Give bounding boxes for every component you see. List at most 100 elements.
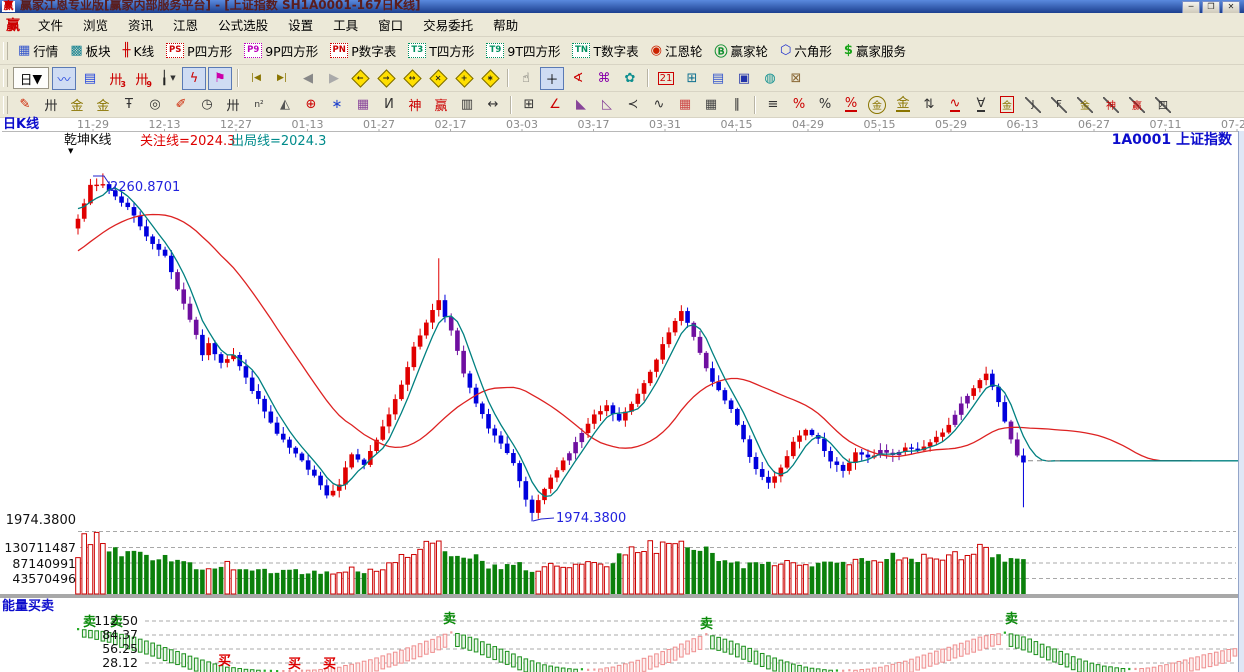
menu-item[interactable]: 帮助 xyxy=(483,14,528,35)
menu-item[interactable]: 文件 xyxy=(28,14,73,35)
percent-tool[interactable]: % xyxy=(813,93,837,116)
j-slash-tool[interactable]: J xyxy=(1021,93,1045,116)
maximize-button[interactable]: ❐ xyxy=(1202,1,1220,13)
percent-line-tool[interactable]: % xyxy=(839,93,863,116)
p-number-table-button[interactable]: PNP数字表 xyxy=(324,41,402,60)
next-page-button[interactable]: ▶ xyxy=(322,67,346,90)
box-scale-tool[interactable]: ⊞ xyxy=(517,93,541,116)
wave-tool[interactable]: ∿ xyxy=(647,93,671,116)
diamond-right-button[interactable]: → xyxy=(374,67,398,90)
diamond-move-button[interactable]: ∗ xyxy=(478,67,502,90)
last-page-button[interactable]: ▶| xyxy=(270,67,294,90)
quotes-button[interactable]: ▦行情 xyxy=(12,41,64,60)
menu-item[interactable]: 交易委托 xyxy=(413,14,483,35)
pulse-tool[interactable]: И xyxy=(377,93,401,116)
close-button[interactable]: ✕ xyxy=(1222,1,1240,13)
menu-item[interactable]: 设置 xyxy=(278,14,323,35)
flower-tool-button[interactable]: ✿ xyxy=(618,67,642,90)
minimize-button[interactable]: ─ xyxy=(1182,1,1200,13)
four-slash-tool[interactable]: 四 xyxy=(1151,93,1175,116)
ruler-grid-tool[interactable]: ▥ xyxy=(455,93,479,116)
menu-item[interactable]: 江恩 xyxy=(163,14,208,35)
chevron-down-icon[interactable]: ▼ xyxy=(68,148,73,156)
angle-tool-button[interactable]: ∢ xyxy=(566,67,590,90)
kline-chart-canvas[interactable]: 11-2912-1312-2701-1301-2702-1703-0303-17… xyxy=(0,118,1244,672)
winner-service-button[interactable]: $赢家服务 xyxy=(838,41,912,60)
toolbar-grip[interactable] xyxy=(3,69,8,87)
fan-black-tool[interactable]: ≺ xyxy=(621,93,645,116)
9t-square-button[interactable]: T99T四方形 xyxy=(480,41,566,60)
diamond-cross-button[interactable]: × xyxy=(426,67,450,90)
win-grid-tool[interactable]: 赢 xyxy=(429,93,453,116)
gold-line-tool[interactable]: 金 xyxy=(891,93,915,116)
fan-red-tool[interactable]: ∠ xyxy=(543,93,567,116)
kline-button[interactable]: ╫K线 xyxy=(117,41,161,60)
toolbar-grip[interactable] xyxy=(3,96,8,114)
crosshair-tool-button[interactable]: ＋ xyxy=(540,67,564,90)
notes-button[interactable]: ▤ xyxy=(706,67,730,90)
fan-purple2-tool[interactable]: ◺ xyxy=(595,93,619,116)
grid-red-tool[interactable]: ▦ xyxy=(673,93,697,116)
comb2-tool[interactable]: 卅 xyxy=(221,93,245,116)
parallel-lines-tool[interactable]: ∥ xyxy=(725,93,749,116)
percent-triangle-tool[interactable]: % xyxy=(787,93,811,116)
diamond-expand-button[interactable]: ↔ xyxy=(400,67,424,90)
diamond-plus-button[interactable]: + xyxy=(452,67,476,90)
fan-purple-tool[interactable]: ◣ xyxy=(569,93,593,116)
updown-pen-tool[interactable]: ⇅ xyxy=(917,93,941,116)
knot-tool-button[interactable]: ⌘ xyxy=(592,67,616,90)
shen-grid-tool[interactable]: 神 xyxy=(403,93,427,116)
menu-item[interactable]: 资讯 xyxy=(118,14,163,35)
red-target-tool[interactable]: ⊕ xyxy=(299,93,323,116)
candle-style-button[interactable]: ╽▼ xyxy=(156,67,180,90)
menu-item[interactable]: 公式选股 xyxy=(208,14,278,35)
first-page-button[interactable]: |◀ xyxy=(244,67,268,90)
trend-shape-button[interactable]: 〰 xyxy=(52,67,76,90)
toolbar-grip[interactable] xyxy=(3,42,8,60)
f-comb-tool[interactable]: Ŧ xyxy=(117,93,141,116)
gold-circle-tool[interactable]: 金 xyxy=(865,93,889,116)
pen-tool[interactable]: ✎ xyxy=(13,93,37,116)
menu-item[interactable]: 浏览 xyxy=(73,14,118,35)
kline-edit-button[interactable]: ϟ xyxy=(182,67,206,90)
calendar-button[interactable]: 21 xyxy=(654,67,678,90)
save-button[interactable]: ▣ xyxy=(732,67,756,90)
period-day-button[interactable]: 日▼ xyxy=(13,67,49,89)
bars-3-button[interactable]: 卅3 xyxy=(104,67,128,90)
volume-flag-button[interactable]: ⚑ xyxy=(208,67,232,90)
gold-comb-tool[interactable]: 金 xyxy=(65,93,89,116)
calculator-button[interactable]: ⊞ xyxy=(680,67,704,90)
gold-box-tool[interactable]: 金 xyxy=(995,93,1019,116)
grid-comb-tool[interactable]: 卅 xyxy=(39,93,63,116)
9p-square-button[interactable]: P99P四方形 xyxy=(238,41,324,60)
winner-wheel-button[interactable]: Ⓑ赢家轮 xyxy=(708,41,774,60)
info-panel-button[interactable]: ▤ xyxy=(78,67,102,90)
bars-9-button[interactable]: 卅9 xyxy=(130,67,154,90)
f-slash-tool[interactable]: F xyxy=(1047,93,1071,116)
gold-slash-tool[interactable]: 金 xyxy=(1073,93,1097,116)
sectors-button[interactable]: ▩板块 xyxy=(64,41,116,60)
spiral-tool[interactable]: ◎ xyxy=(143,93,167,116)
send-order-button[interactable]: ⊠ xyxy=(784,67,808,90)
hexagon-button[interactable]: ⬡六角形 xyxy=(774,41,838,60)
brush-tool[interactable]: ✐ xyxy=(169,93,193,116)
v-line-tool[interactable]: ∀ xyxy=(969,93,993,116)
wave-line-tool[interactable]: ∿ xyxy=(943,93,967,116)
hand-tool-button[interactable]: ☝ xyxy=(514,67,538,90)
shen-slash-tool[interactable]: 神 xyxy=(1099,93,1123,116)
box-grid-tool[interactable]: ▦ xyxy=(351,93,375,116)
gold-comb2-tool[interactable]: 金 xyxy=(91,93,115,116)
span-arrows-tool[interactable]: ↔ xyxy=(481,93,505,116)
t-number-table-button[interactable]: TNT数字表 xyxy=(566,41,644,60)
diamond-left-button[interactable]: ← xyxy=(348,67,372,90)
price-scale-tool[interactable]: ≡ xyxy=(761,93,785,116)
prev-page-button[interactable]: ◀ xyxy=(296,67,320,90)
win-slash-tool[interactable]: 赢 xyxy=(1125,93,1149,116)
menu-item[interactable]: 工具 xyxy=(323,14,368,35)
n-square-tool[interactable]: n² xyxy=(247,93,271,116)
grid-dark-tool[interactable]: ▦ xyxy=(699,93,723,116)
title-bar[interactable]: 赢 赢家江恩专业版[赢家内部服务平台] - [上证指数 SH1A0001-167… xyxy=(0,0,1244,13)
mirror-angle-tool[interactable]: ◭ xyxy=(273,93,297,116)
t-square-button[interactable]: T3T四方形 xyxy=(402,41,480,60)
star-grid-tool[interactable]: ∗ xyxy=(325,93,349,116)
